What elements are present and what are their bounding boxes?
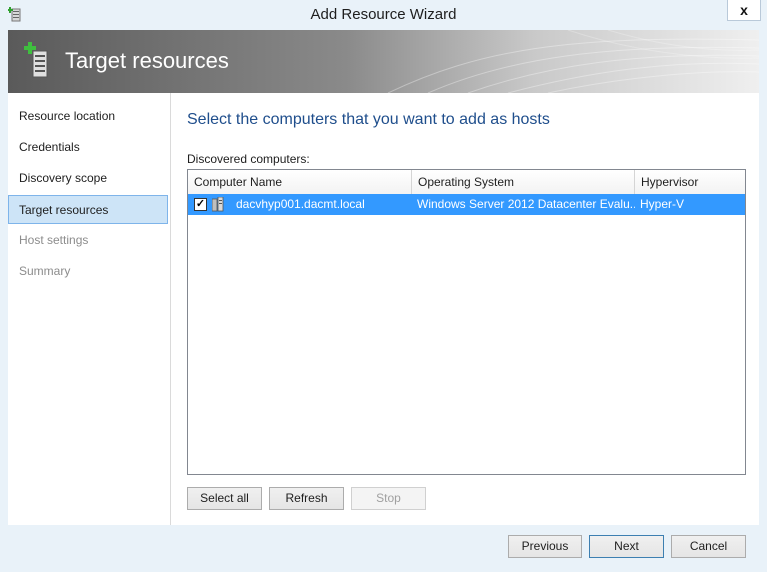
discovered-computers-label: Discovered computers: bbox=[187, 152, 310, 166]
cell-computer-name: dacvhyp001.dacmt.local bbox=[236, 197, 365, 211]
computers-grid[interactable]: Computer Name Operating System Hyperviso… bbox=[187, 169, 746, 475]
cell-operating-system: Windows Server 2012 Datacenter Evalu... bbox=[417, 197, 635, 211]
nav-item-host-settings: Host settings bbox=[19, 233, 89, 247]
wizard-window: Add Resource Wizard x Target resources R… bbox=[0, 0, 767, 572]
nav-item-summary: Summary bbox=[19, 264, 71, 278]
grid-header: Computer Name Operating System Hyperviso… bbox=[188, 170, 745, 195]
refresh-button[interactable]: Refresh bbox=[269, 487, 344, 510]
section-heading: Select the computers that you want to ad… bbox=[187, 111, 550, 128]
content-area: Resource location Credentials Discovery … bbox=[8, 93, 759, 525]
column-header-operating-system[interactable]: Operating System bbox=[412, 170, 635, 194]
next-button[interactable]: Next bbox=[589, 535, 664, 558]
nav-item-resource-location[interactable]: Resource location bbox=[8, 102, 168, 131]
row-checkbox[interactable]: ✓ bbox=[194, 198, 207, 211]
add-host-icon bbox=[24, 42, 48, 78]
wizard-nav: Resource location Credentials Discovery … bbox=[8, 93, 171, 525]
table-row[interactable]: ✓ dacvhyp001.dacmt.local Windows Server … bbox=[188, 194, 745, 215]
column-header-hypervisor[interactable]: Hypervisor bbox=[635, 170, 745, 194]
close-button[interactable]: x bbox=[727, 0, 761, 21]
nav-item-target-resources[interactable]: Target resources bbox=[8, 195, 168, 224]
previous-button[interactable]: Previous bbox=[508, 535, 582, 558]
cell-hypervisor: Hyper-V bbox=[640, 197, 685, 211]
page-title: Target resources bbox=[65, 48, 229, 73]
cancel-button[interactable]: Cancel bbox=[671, 535, 746, 558]
nav-item-credentials[interactable]: Credentials bbox=[8, 133, 168, 162]
select-all-button[interactable]: Select all bbox=[187, 487, 262, 510]
stop-button: Stop bbox=[351, 487, 426, 510]
server-icon bbox=[212, 197, 224, 212]
banner: Target resources bbox=[8, 30, 759, 93]
title-bar: Add Resource Wizard x bbox=[0, 0, 767, 30]
column-header-computer-name[interactable]: Computer Name bbox=[188, 170, 412, 194]
nav-item-discovery-scope[interactable]: Discovery scope bbox=[8, 164, 168, 193]
window-title: Add Resource Wizard bbox=[310, 6, 457, 23]
